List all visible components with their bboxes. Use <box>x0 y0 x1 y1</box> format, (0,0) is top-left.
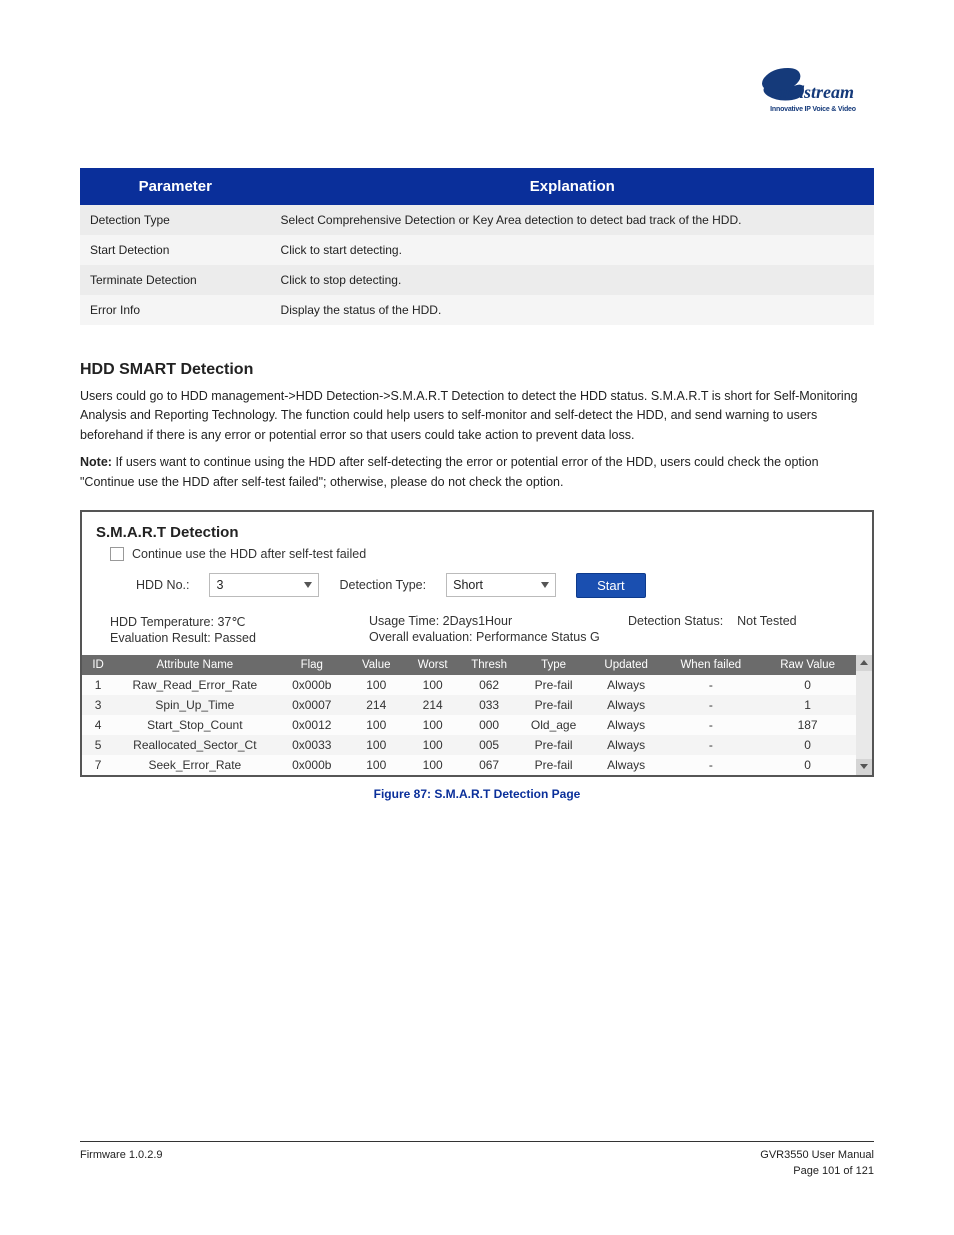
col-updated: Updated <box>590 655 663 675</box>
param-header-explanation: Explanation <box>271 168 874 205</box>
table-row: Terminate Detection Click to stop detect… <box>80 265 874 295</box>
detection-type-select[interactable]: Short <box>446 573 556 597</box>
section-heading-smart: HDD SMART Detection <box>80 361 874 379</box>
col-thresh: Thresh <box>461 655 517 675</box>
table-row: Error Info Display the status of the HDD… <box>80 295 874 325</box>
grandstream-logo-icon: andstream <box>758 64 868 108</box>
footer-page: Page 101 of 121 <box>760 1164 874 1179</box>
table-row: 5 Reallocated_Sector_Ct 0x0033 100 100 0… <box>82 735 856 755</box>
table-row: 3 Spin_Up_Time 0x0007 214 214 033 Pre-fa… <box>82 695 856 715</box>
chevron-up-icon <box>860 660 868 665</box>
scroll-up-button[interactable] <box>856 655 872 671</box>
overall-eval-value: Performance Status G <box>476 630 600 644</box>
detection-type-value: Short <box>453 578 483 592</box>
col-type: Type <box>517 655 590 675</box>
smart-detection-figure: S.M.A.R.T Detection Continue use the HDD… <box>80 510 874 777</box>
param-explanation: Display the status of the HDD. <box>271 295 874 325</box>
page-footer: Firmware 1.0.2.9 GVR3550 User Manual Pag… <box>80 1141 874 1179</box>
table-row: 4 Start_Stop_Count 0x0012 100 100 000 Ol… <box>82 715 856 735</box>
section-body: Users could go to HDD management->HDD De… <box>80 387 874 492</box>
chevron-down-icon <box>304 582 312 588</box>
table-scrollbar[interactable] <box>856 655 872 775</box>
param-explanation: Click to start detecting. <box>271 235 874 265</box>
hdd-temp-value: 37℃ <box>217 615 245 629</box>
table-row: Detection Type Select Comprehensive Dete… <box>80 205 874 235</box>
table-row: 7 Seek_Error_Rate 0x000b 100 100 067 Pre… <box>82 755 856 775</box>
continue-use-label: Continue use the HDD after self-test fai… <box>132 547 366 561</box>
chevron-down-icon <box>541 582 549 588</box>
parameter-table: Parameter Explanation Detection Type Sel… <box>80 168 874 325</box>
scroll-track[interactable] <box>856 671 872 759</box>
usage-time-value: 2Days1Hour <box>443 614 512 628</box>
param-name: Detection Type <box>80 205 271 235</box>
detection-type-label: Detection Type: <box>339 578 426 592</box>
col-when-failed: When failed <box>662 655 759 675</box>
table-row: 1 Raw_Read_Error_Rate 0x000b 100 100 062… <box>82 675 856 695</box>
col-value: Value <box>348 655 404 675</box>
detection-status-label: Detection Status: <box>628 614 723 628</box>
param-name: Terminate Detection <box>80 265 271 295</box>
section-paragraph: Users could go to HDD management->HDD De… <box>80 387 874 445</box>
scroll-down-button[interactable] <box>856 759 872 775</box>
param-name: Start Detection <box>80 235 271 265</box>
param-explanation: Click to stop detecting. <box>271 265 874 295</box>
col-attribute-name: Attribute Name <box>114 655 275 675</box>
detection-status-value: Not Tested <box>737 614 797 628</box>
start-button[interactable]: Start <box>576 573 645 598</box>
brand-logo: andstream Innovative IP Voice & Video <box>758 64 868 113</box>
hdd-no-value: 3 <box>216 578 223 592</box>
hdd-no-select[interactable]: 3 <box>209 573 319 597</box>
overall-eval-label: Overall evaluation: <box>369 630 476 644</box>
param-name: Error Info <box>80 295 271 325</box>
figure-title: S.M.A.R.T Detection <box>96 524 858 541</box>
figure-caption: Figure 87: S.M.A.R.T Detection Page <box>80 787 874 801</box>
note-text: If users want to continue using the HDD … <box>80 455 819 488</box>
usage-time-label: Usage Time: <box>369 614 443 628</box>
eval-result-value: Passed <box>214 631 256 645</box>
footer-product: GVR3550 User Manual <box>760 1148 874 1163</box>
eval-result-label: Evaluation Result: <box>110 631 214 645</box>
col-worst: Worst <box>404 655 460 675</box>
brand-tagline: Innovative IP Voice & Video <box>758 106 868 113</box>
continue-use-checkbox[interactable] <box>110 547 124 561</box>
hdd-no-label: HDD No.: <box>136 578 189 592</box>
hdd-temp-label: HDD Temperature: <box>110 615 217 629</box>
col-id: ID <box>82 655 114 675</box>
col-flag: Flag <box>275 655 348 675</box>
footer-firmware: Firmware 1.0.2.9 <box>80 1148 163 1163</box>
svg-text:andstream: andstream <box>776 82 854 102</box>
table-row: Start Detection Click to start detecting… <box>80 235 874 265</box>
param-header-parameter: Parameter <box>80 168 271 205</box>
chevron-down-icon <box>860 764 868 769</box>
col-raw-value: Raw Value <box>759 655 856 675</box>
smart-attributes-table: ID Attribute Name Flag Value Worst Thres… <box>82 655 856 775</box>
param-explanation: Select Comprehensive Detection or Key Ar… <box>271 205 874 235</box>
note-label: Note: <box>80 455 112 469</box>
